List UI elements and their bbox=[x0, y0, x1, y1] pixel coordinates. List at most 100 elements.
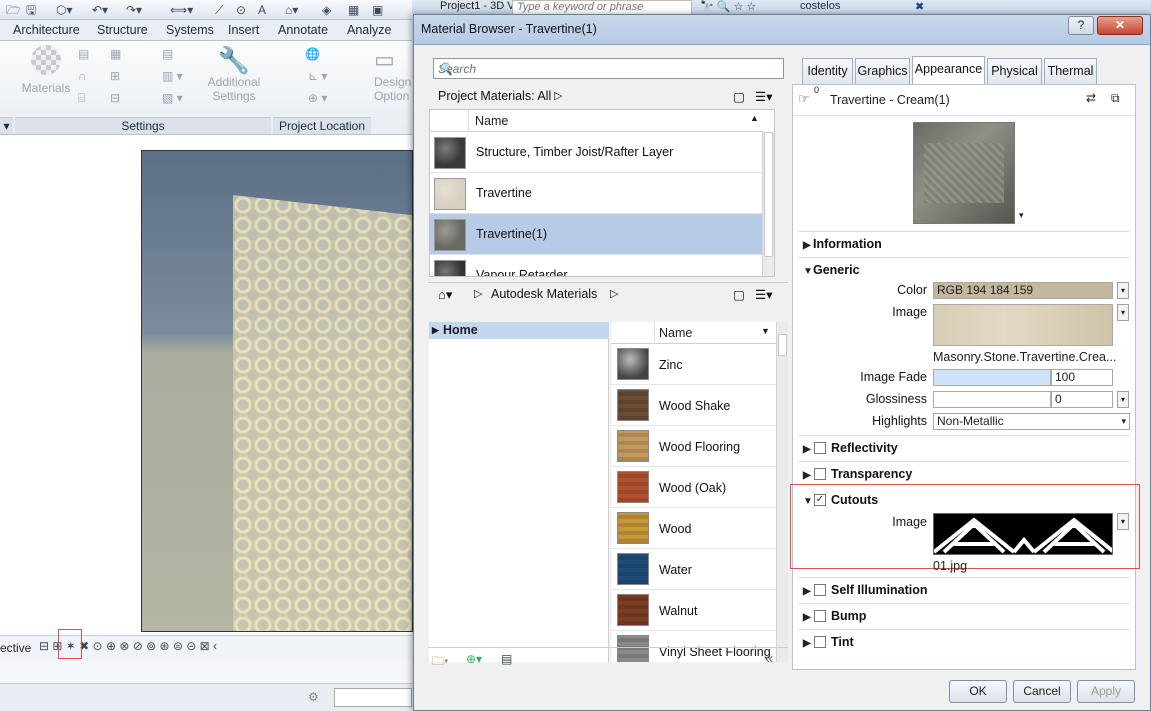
bump-checkbox[interactable] bbox=[814, 610, 826, 622]
worksets-icon[interactable]: ⚙ bbox=[308, 690, 319, 704]
transparency-checkbox[interactable] bbox=[814, 468, 826, 480]
tab-identity[interactable]: Identity bbox=[802, 58, 853, 84]
exchange-icon[interactable]: ✖ bbox=[915, 0, 924, 13]
glossiness-input[interactable]: 0 bbox=[1051, 391, 1113, 408]
tab-thermal[interactable]: Thermal bbox=[1044, 58, 1097, 84]
dimension-icon[interactable]: ⟋ bbox=[215, 3, 223, 17]
project-material-row[interactable]: Vapour Retarder bbox=[430, 255, 764, 276]
library-material-row[interactable]: Wood bbox=[611, 508, 776, 549]
create-material-icon[interactable]: ⊕▾ bbox=[466, 652, 482, 666]
panel-expander-icon[interactable]: ▾ bbox=[0, 117, 13, 134]
keyword-search-input[interactable]: Type a keyword or phrase bbox=[512, 0, 692, 15]
panel-toggle-icon[interactable]: ▢ bbox=[733, 89, 745, 104]
scroll-thumb[interactable] bbox=[764, 132, 773, 257]
image-dropdown-icon[interactable]: ▾ bbox=[1117, 304, 1129, 321]
tab-annotate[interactable]: Annotate bbox=[278, 23, 328, 37]
section-icon[interactable]: ◈ bbox=[322, 3, 331, 17]
project-info-icon[interactable]: ⌸ bbox=[78, 91, 85, 106]
tree-home-item[interactable]: ▶ Home bbox=[429, 322, 609, 339]
autodesk-materials-dropdown[interactable]: Autodesk Materials bbox=[491, 287, 597, 301]
coordinates-icon[interactable]: ⊾ ▾ bbox=[308, 69, 327, 83]
half-tone-icon[interactable]: ▧ ▾ bbox=[162, 91, 183, 105]
folder-icon[interactable]: 🗀▾ bbox=[432, 652, 448, 673]
section-bump[interactable]: ▶ Bump bbox=[803, 609, 866, 623]
materials-button[interactable]: Materials bbox=[20, 45, 72, 95]
reflectivity-checkbox[interactable] bbox=[814, 442, 826, 454]
library-material-row[interactable]: Water bbox=[611, 549, 776, 590]
save-icon[interactable]: 🖫 bbox=[26, 3, 36, 17]
object-styles-icon[interactable]: ▤ bbox=[78, 47, 89, 61]
3d-scene[interactable] bbox=[141, 150, 413, 632]
library-name-header[interactable]: Name bbox=[659, 326, 692, 340]
open-icon[interactable]: 🗁 bbox=[6, 3, 21, 17]
help-button[interactable]: ? bbox=[1068, 16, 1094, 35]
close-hidden-icon[interactable]: ▣ bbox=[372, 3, 383, 17]
project-material-row[interactable]: Travertine(1) bbox=[430, 214, 764, 255]
library-scrollbar[interactable] bbox=[776, 322, 788, 662]
cancel-button[interactable]: Cancel bbox=[1013, 680, 1071, 703]
tab-insert[interactable]: Insert bbox=[228, 23, 259, 37]
transfer-icon[interactable]: ⊟ bbox=[110, 91, 120, 105]
expand-icon[interactable]: ▶ bbox=[432, 322, 439, 339]
project-list-scrollbar[interactable] bbox=[762, 132, 774, 276]
thin-lines-icon[interactable]: ▦ bbox=[348, 3, 359, 17]
preview-options-icon[interactable]: ▾ bbox=[1019, 210, 1024, 221]
generic-image-name[interactable]: Masonry.Stone.Travertine.Crea... bbox=[933, 350, 1116, 364]
section-generic[interactable]: ▼Generic bbox=[803, 263, 860, 277]
image-fade-input[interactable]: 100 bbox=[1051, 369, 1113, 386]
tab-appearance[interactable]: Appearance bbox=[912, 56, 985, 84]
location-icon[interactable]: 🌐 bbox=[305, 47, 320, 61]
cutouts-image-name[interactable]: 01.jpg bbox=[933, 559, 967, 573]
line-styles-icon[interactable]: ▥ ▾ bbox=[162, 69, 183, 83]
apply-button[interactable]: Apply bbox=[1077, 680, 1135, 703]
library-material-row[interactable]: Walnut bbox=[611, 590, 776, 631]
color-field[interactable]: RGB 194 184 159 bbox=[933, 282, 1113, 299]
name-column-header[interactable]: Name bbox=[475, 114, 508, 128]
generic-image-thumb[interactable] bbox=[933, 304, 1113, 346]
panel-toggle-icon[interactable]: ▢ bbox=[733, 287, 745, 302]
shared-params-icon[interactable]: ⊞ bbox=[110, 69, 120, 83]
project-material-row[interactable]: Structure, Timber Joist/Rafter Layer bbox=[430, 132, 764, 173]
tab-analyze[interactable]: Analyze bbox=[347, 23, 391, 37]
user-name[interactable]: costelos bbox=[800, 0, 840, 12]
cutouts-checkbox[interactable]: ✓ bbox=[814, 494, 826, 506]
additional-settings-button[interactable]: 🔧 Additional Settings bbox=[203, 45, 265, 103]
project-materials-dropdown[interactable]: Project Materials: All bbox=[438, 89, 551, 103]
position-icon[interactable]: ⊕ ▾ bbox=[308, 91, 327, 105]
browser-org-icon[interactable]: ▤ bbox=[162, 47, 173, 61]
redo-icon[interactable]: ↷▾ bbox=[126, 3, 142, 17]
home-icon[interactable]: ⌂▾ bbox=[438, 287, 452, 303]
project-material-row[interactable]: Travertine bbox=[430, 173, 764, 214]
section-information[interactable]: ▶ Information bbox=[803, 237, 882, 251]
list-view-icon[interactable]: ☰▾ bbox=[755, 287, 772, 302]
sort-down-icon[interactable]: ▼ bbox=[761, 326, 770, 336]
measure-icon[interactable]: ⟺▾ bbox=[170, 3, 193, 17]
collapse-library-icon[interactable]: « bbox=[765, 650, 773, 667]
search-icon[interactable]: 🔍 bbox=[438, 62, 779, 76]
tab-physical[interactable]: Physical bbox=[987, 58, 1042, 84]
sort-up-icon[interactable]: ▲ bbox=[750, 113, 759, 123]
image-fade-slider[interactable] bbox=[933, 369, 1051, 386]
color-dropdown-icon[interactable]: ▾ bbox=[1117, 282, 1129, 299]
section-tint[interactable]: ▶ Tint bbox=[803, 635, 854, 649]
library-material-row[interactable]: Wood Shake bbox=[611, 385, 776, 426]
duplicate-asset-icon[interactable]: ⧉ bbox=[1111, 91, 1120, 106]
status-field[interactable] bbox=[334, 688, 412, 707]
cutouts-dropdown-icon[interactable]: ▾ bbox=[1117, 513, 1129, 530]
sync-icon[interactable]: ⬡▾ bbox=[56, 3, 73, 17]
infocenter-icons[interactable]: 🔭 🔍 ☆ ☆ bbox=[700, 0, 756, 13]
3d-view-icon[interactable]: ⌂▾ bbox=[285, 3, 298, 17]
list-view-icon[interactable]: ☰▾ bbox=[755, 89, 772, 104]
snaps-icon[interactable]: ∩ bbox=[78, 69, 87, 83]
cutouts-image-thumb[interactable] bbox=[933, 513, 1113, 555]
tab-structure[interactable]: Structure bbox=[97, 23, 148, 37]
tab-graphics[interactable]: Graphics bbox=[855, 58, 910, 84]
self-illumination-checkbox[interactable] bbox=[814, 584, 826, 596]
cutout-wall[interactable] bbox=[233, 195, 412, 631]
tab-architecture[interactable]: Architecture bbox=[13, 23, 80, 37]
tag-icon[interactable]: ⊙ bbox=[236, 3, 246, 17]
glossiness-dropdown-icon[interactable]: ▾ bbox=[1117, 391, 1129, 408]
asset-editor-icon[interactable]: ▤ bbox=[501, 652, 512, 666]
library-material-row[interactable]: Zinc bbox=[611, 344, 776, 385]
search-input[interactable]: Search 🔍 bbox=[433, 58, 784, 79]
